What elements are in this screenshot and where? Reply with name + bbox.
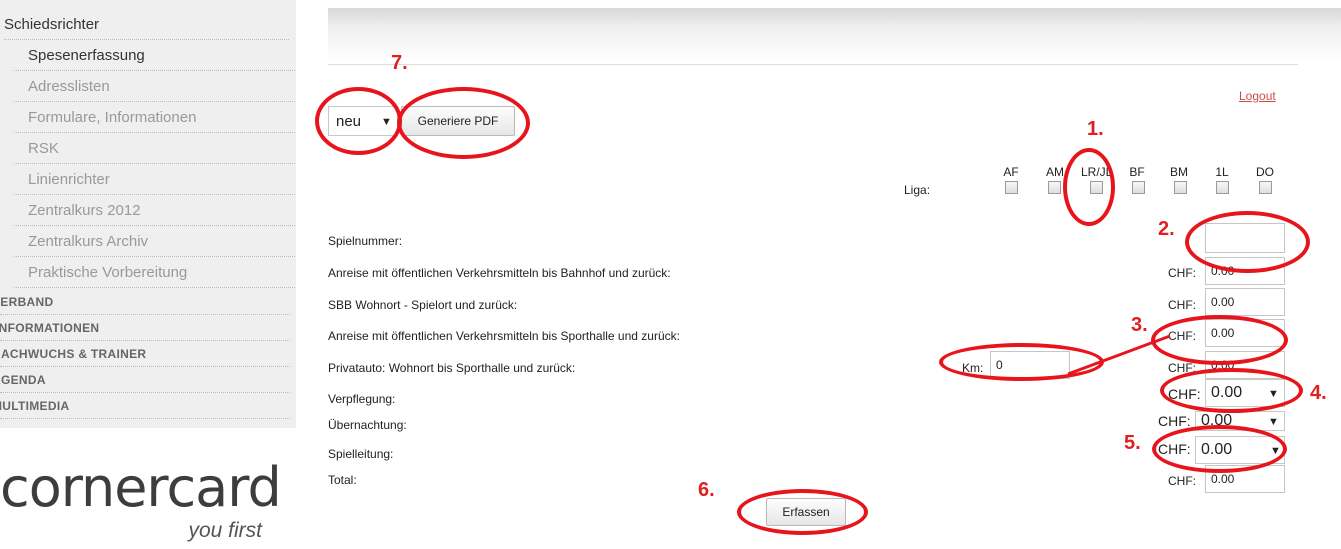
annotation-connector-line [1067,334,1171,376]
spielleitung-select[interactable]: 0.00 ▼ [1195,436,1285,464]
sidebar-section-label: INFORMATIONEN [0,321,100,335]
liga-header-bf: BF [1129,165,1145,179]
annotation-5: 5. [1124,432,1141,454]
logo-tagline: you first [188,519,262,542]
uebernachtung-value: 0.00 [1201,412,1233,429]
liga-checkbox-do[interactable] [1259,181,1272,194]
annotation-2: 2. [1158,218,1175,240]
row-label-total: Total: [328,473,357,487]
sidebar-section-label: AGENDA [0,373,46,387]
liga-checkbox-1l[interactable] [1216,181,1229,194]
erfassen-button[interactable]: Erfassen [766,498,846,526]
sidebar-item-praktische-vorbereitung[interactable]: Praktische Vorbereitung [14,258,295,288]
chevron-down-icon: ▼ [1268,388,1279,400]
sidebar-item-spesenerfassung[interactable]: Spesenerfassung [14,41,295,71]
header-divider [328,64,1298,65]
sidebar-section-nachwuchs[interactable]: NACHWUCHS & TRAINER [0,341,290,367]
privatauto-input[interactable] [1205,351,1285,379]
sbb-input[interactable] [1205,288,1285,316]
sidebar-section-verband[interactable]: VERBAND [0,289,290,315]
header-banner [328,8,1341,62]
sidebar-section-label: MULTIMEDIA [0,399,70,413]
sidebar-section-informationen[interactable]: INFORMATIONEN [0,315,290,341]
liga-header-1l: 1L [1215,165,1229,179]
logo-wordmark: cornercard [0,456,282,519]
liga-label: Liga: [904,183,931,197]
liga-header-lrjl: LR/JL [1081,165,1113,179]
total-input[interactable] [1205,465,1285,493]
row-label-spielnummer: Spielnummer: [328,234,403,248]
sidebar-section-agenda[interactable]: AGENDA [0,367,290,393]
verpflegung-select[interactable]: 0.00 ▼ [1205,379,1285,407]
form-select-value: neu [336,113,362,130]
verpflegung-value: 0.00 [1211,384,1243,401]
km-input[interactable] [990,351,1070,379]
form-select[interactable]: neu ▼ [328,106,398,136]
annotation-6: 6. [698,479,715,501]
liga-checkbox-af[interactable] [1005,181,1018,194]
currency-label: CHF: [1168,474,1196,488]
sidebar-section-multimedia[interactable]: MULTIMEDIA [0,393,290,419]
row-label-spielleitung: Spielleitung: [328,447,394,461]
chevron-down-icon: ▼ [1268,416,1279,428]
chevron-down-icon: ▼ [1270,445,1281,457]
currency-label: CHF: [1168,266,1196,280]
km-label: Km: [962,361,984,375]
row-label-anreise-bahnhof: Anreise mit öffentlichen Verkehrsmitteln… [328,266,671,280]
sidebar-item-formulare[interactable]: Formulare, Informationen [14,103,295,133]
chevron-down-icon: ▼ [381,116,392,128]
liga-checkbox-bf[interactable] [1132,181,1145,194]
liga-checkbox-lrjl[interactable] [1090,181,1103,194]
sidebar-item-zentralkurs-archiv[interactable]: Zentralkurs Archiv [14,227,295,257]
liga-header-am: AM [1046,165,1064,179]
annotation-1: 1. [1087,118,1104,140]
row-label-sbb: SBB Wohnort - Spielort und zurück: [328,298,518,312]
uebernachtung-select[interactable]: 0.00 ▼ [1195,411,1285,431]
sidebar-nav: Schiedsrichter Spesenerfassung Adresslis… [0,0,296,428]
spielleitung-value: 0.00 [1201,441,1233,458]
liga-checkbox-am[interactable] [1048,181,1061,194]
sidebar-section-label: NACHWUCHS & TRAINER [0,347,147,361]
row-label-anreise-sporthalle: Anreise mit öffentlichen Verkehrsmitteln… [328,329,680,343]
liga-checkbox-bm[interactable] [1174,181,1187,194]
sidebar-item-linienrichter[interactable]: Linienrichter [14,165,295,195]
row-label-uebernachtung: Übernachtung: [328,418,407,432]
annotation-4: 4. [1310,382,1327,404]
logout-link[interactable]: Logout [1239,89,1276,103]
liga-header-bm: BM [1170,165,1188,179]
anreise-sporthalle-input[interactable] [1205,319,1285,347]
sidebar-item-zentralkurs-2012[interactable]: Zentralkurs 2012 [14,196,295,226]
annotation-7: 7. [391,52,408,74]
anreise-bahnhof-input[interactable] [1205,257,1285,285]
row-label-privatauto: Privatauto: Wohnort bis Sporthalle und z… [328,361,576,375]
liga-header-af: AF [1003,165,1019,179]
row-label-verpflegung: Verpflegung: [328,392,396,406]
currency-label: CHF: [1168,386,1201,402]
generate-pdf-button[interactable]: Generiere PDF [401,106,515,136]
liga-header-do: DO [1256,165,1274,179]
currency-label: CHF: [1158,441,1191,457]
sidebar-item-adresslisten[interactable]: Adresslisten [14,72,295,102]
spielnummer-input[interactable] [1205,223,1285,253]
cornercard-logo: cornercard you first [0,456,296,549]
sidebar-item-rsk[interactable]: RSK [14,134,295,164]
currency-label: CHF: [1158,413,1191,429]
sidebar-item-schiedsrichter[interactable]: Schiedsrichter [4,10,289,40]
sidebar-section-label: VERBAND [0,295,54,309]
currency-label: CHF: [1168,298,1196,312]
annotation-ring-lrjl [1063,148,1115,226]
